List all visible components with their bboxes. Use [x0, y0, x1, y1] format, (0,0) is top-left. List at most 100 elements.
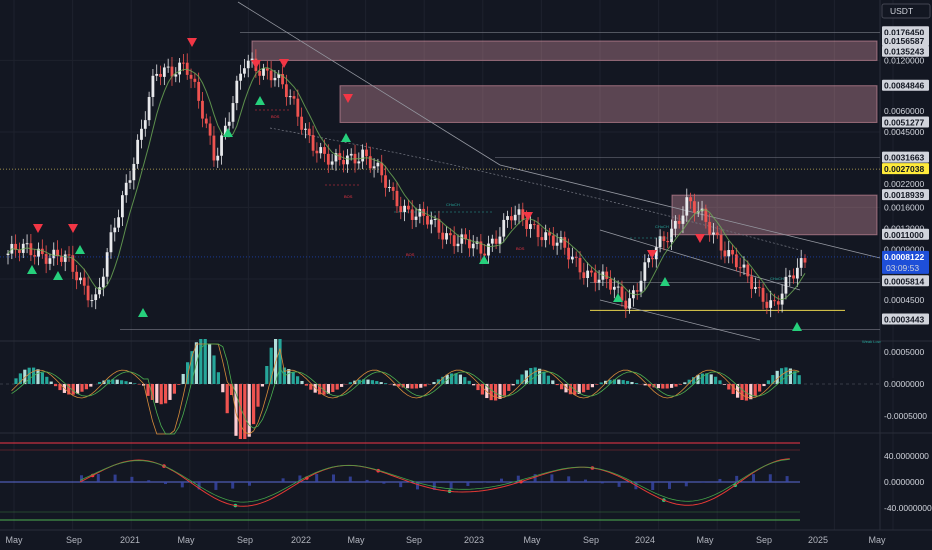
macd-bar	[36, 369, 40, 384]
macd-bar	[722, 384, 726, 385]
time-tick-label: Sep	[583, 535, 599, 545]
candle-body	[590, 270, 593, 273]
candle-body	[746, 264, 750, 277]
macd-bar	[256, 384, 260, 407]
candle-body	[178, 62, 182, 75]
macd-bar	[265, 365, 269, 384]
candle-body	[799, 258, 803, 268]
macd-tick-label: 0.0005000	[884, 347, 924, 357]
candle-body	[677, 220, 681, 224]
candle-body	[487, 243, 490, 256]
macd-bar	[595, 384, 599, 385]
time-tick-label: May	[347, 535, 365, 545]
candle-body	[292, 96, 296, 99]
candle-body	[624, 300, 628, 309]
structure-label: BOS	[406, 252, 415, 257]
price-tag-label: 0.0027038	[884, 164, 924, 174]
macd-bar	[656, 384, 660, 389]
candle-body	[693, 201, 696, 213]
candle-body	[567, 247, 570, 260]
macd-bar	[133, 383, 137, 384]
candle-body	[357, 161, 361, 164]
time-tick-label: May	[523, 535, 541, 545]
macd-bar	[450, 373, 454, 384]
candle-body	[90, 300, 94, 302]
macd-bar	[423, 384, 427, 387]
candle-body	[300, 116, 304, 130]
macd-bar	[146, 384, 150, 396]
macd-bar	[238, 384, 242, 439]
macd-bar	[208, 343, 212, 384]
candle-body	[189, 74, 193, 79]
candle-body	[776, 301, 780, 305]
candle-body	[86, 285, 90, 301]
candle-body	[82, 277, 86, 286]
candle-body	[151, 75, 155, 97]
candle-body	[201, 100, 204, 119]
macd-bar	[54, 384, 58, 387]
macd-bar	[542, 371, 546, 384]
macd-bar	[617, 379, 621, 384]
countdown-label: 03:09:53	[886, 263, 919, 273]
macd-bar	[168, 384, 172, 400]
candle-body	[220, 135, 223, 156]
macd-bar	[124, 381, 128, 384]
candle-body	[761, 287, 765, 302]
macd-bar	[14, 378, 18, 384]
candle-body	[708, 221, 712, 235]
osc-bar	[567, 476, 571, 482]
candle-body	[166, 66, 170, 68]
osc-bar	[315, 474, 319, 482]
candle-body	[124, 182, 128, 196]
macd-bar	[335, 384, 339, 390]
candle-body	[769, 300, 773, 308]
candle-body	[231, 103, 235, 122]
macd-bar	[661, 384, 665, 389]
candle-body	[239, 73, 243, 81]
macd-bar	[498, 384, 502, 399]
candle-body	[208, 123, 212, 136]
candle-body	[212, 135, 216, 161]
candle-body	[754, 287, 757, 289]
candle-body	[94, 294, 98, 301]
macd-bar	[260, 384, 264, 387]
price-tick-label: 0.0022000	[884, 179, 924, 189]
structure-label: CHoCH	[446, 202, 460, 207]
candle-body	[555, 242, 559, 246]
candle-body	[734, 254, 738, 268]
osc-bar	[550, 474, 554, 482]
macd-bar	[45, 376, 49, 384]
supply-zone	[251, 40, 878, 61]
osc-bar	[231, 482, 235, 489]
macd-bar	[203, 339, 207, 384]
candle-body	[803, 258, 807, 263]
macd-bar	[560, 384, 564, 390]
candle-body	[429, 219, 433, 225]
macd-bar	[225, 384, 229, 414]
chart-canvas[interactable]: BOS BOS BOS CHoCH CHoCH CHoCH BOS Weak Low USDT…	[0, 0, 932, 550]
time-tick-label: Sep	[66, 535, 82, 545]
candle-body	[483, 253, 487, 256]
macd-bar	[480, 384, 484, 395]
macd-bar	[766, 380, 770, 384]
candle-body	[384, 175, 387, 188]
candle-body	[513, 214, 517, 221]
candle-body	[403, 205, 406, 213]
osc-bar	[248, 482, 251, 486]
time-tick-label: Sep	[756, 535, 772, 545]
candle-body	[182, 62, 185, 64]
osc-bar	[668, 482, 671, 489]
macd-bar	[199, 339, 203, 384]
candle-body	[727, 250, 731, 257]
macd-bar	[467, 380, 471, 384]
structure-label: CHoCH	[655, 224, 669, 229]
macd-bar	[49, 381, 53, 384]
candle-body	[143, 120, 147, 129]
time-tick-label: May	[696, 535, 714, 545]
candle-body	[105, 252, 109, 277]
candle-body	[498, 236, 502, 244]
candle-body	[414, 216, 418, 220]
candle-body	[445, 233, 448, 240]
candle-body	[609, 278, 612, 290]
macd-bar	[454, 373, 458, 384]
